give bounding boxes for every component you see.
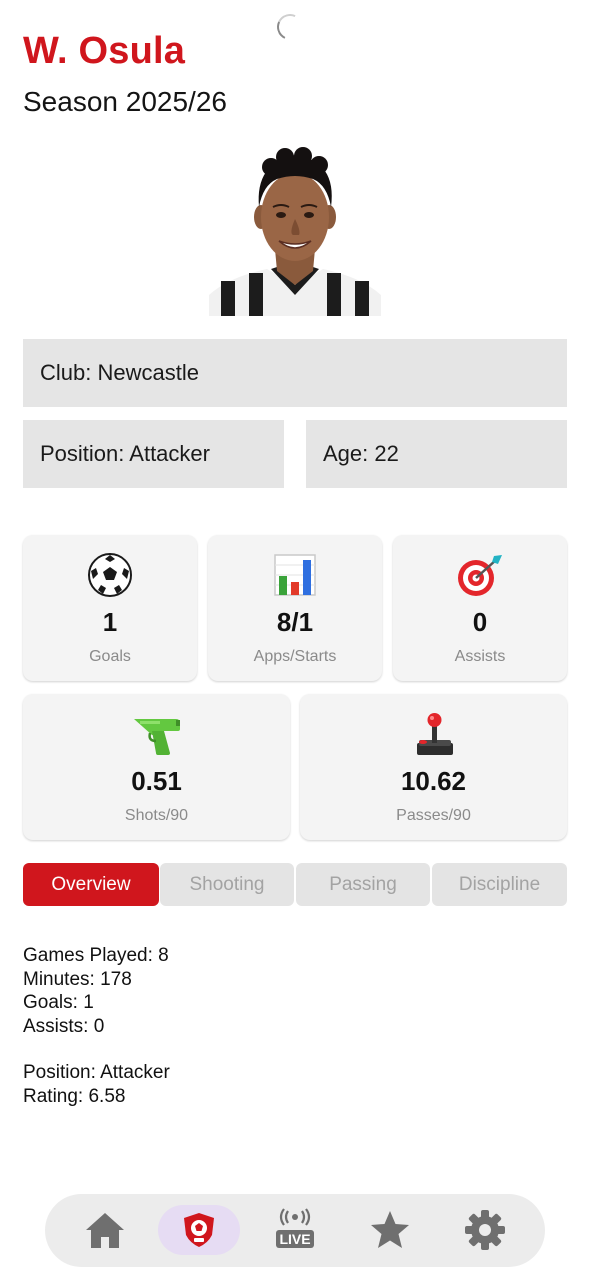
tab-passing[interactable]: Passing <box>296 863 430 906</box>
assists-label: Assists <box>454 648 506 665</box>
live-icon: LIVE <box>276 1208 314 1248</box>
tab-overview[interactable]: Overview <box>23 863 159 906</box>
rating-text: Rating: 6.58 <box>23 1085 126 1107</box>
player-photo <box>209 145 381 316</box>
star-icon <box>371 1211 409 1248</box>
passes-per-90-card: 10.62 Passes/90 <box>300 694 567 840</box>
position-text: Position: Attacker <box>23 1062 170 1083</box>
shots-per-90-label: Shots/90 <box>124 807 189 824</box>
season-label: Season 2025/26 <box>23 86 227 117</box>
apps-starts-value: 8/1 <box>276 607 314 637</box>
live-label: LIVE <box>279 1231 310 1247</box>
tab-shooting[interactable]: Shooting <box>160 863 294 906</box>
club-badge-icon <box>184 1213 214 1247</box>
goals-value: 1 <box>102 607 118 637</box>
soccer-ball-icon <box>87 551 133 599</box>
player-name: W. Osula <box>23 30 186 72</box>
gear-icon <box>465 1210 505 1250</box>
nav-favorites[interactable] <box>349 1205 431 1255</box>
joystick-icon <box>411 710 457 758</box>
loading-spinner <box>273 10 307 44</box>
goals-label: Goals <box>89 648 131 665</box>
apps-starts-label: Apps/Starts <box>253 648 337 665</box>
nav-home[interactable] <box>64 1205 146 1255</box>
assists-text: Assists: 0 <box>23 1015 105 1037</box>
tab-discipline[interactable]: Discipline <box>432 863 567 906</box>
goals-text: Goals: 1 <box>23 992 94 1013</box>
minutes-text: Minutes: 178 <box>23 968 132 990</box>
shots-per-90-card: 0.51 Shots/90 <box>23 694 290 840</box>
position-info: Position: Attacker <box>23 420 284 488</box>
overview-panel: Games Played: 8 Minutes: 178 Goals: 1 As… <box>23 944 170 1108</box>
nav-club[interactable] <box>158 1205 240 1255</box>
nav-settings[interactable] <box>444 1205 526 1255</box>
target-dart-icon <box>456 551 504 599</box>
bottom-nav: LIVE <box>45 1194 545 1267</box>
water-pistol-icon <box>132 710 182 758</box>
passes-per-90-value: 10.62 <box>400 766 467 796</box>
assists-value: 0 <box>472 607 488 637</box>
shots-per-90-value: 0.51 <box>131 766 182 796</box>
games-played-text: Games Played: 8 <box>23 945 169 966</box>
club-info: Club: Newcastle <box>23 339 567 407</box>
age-info: Age: 22 <box>306 420 567 488</box>
assists-card: 0 Assists <box>393 535 567 681</box>
bar-chart-icon <box>272 551 318 599</box>
goals-card: 1 Goals <box>23 535 197 681</box>
nav-live[interactable]: LIVE <box>254 1205 336 1255</box>
apps-starts-card: 8/1 Apps/Starts <box>208 535 382 681</box>
passes-per-90-label: Passes/90 <box>396 807 471 824</box>
home-icon <box>86 1213 124 1248</box>
